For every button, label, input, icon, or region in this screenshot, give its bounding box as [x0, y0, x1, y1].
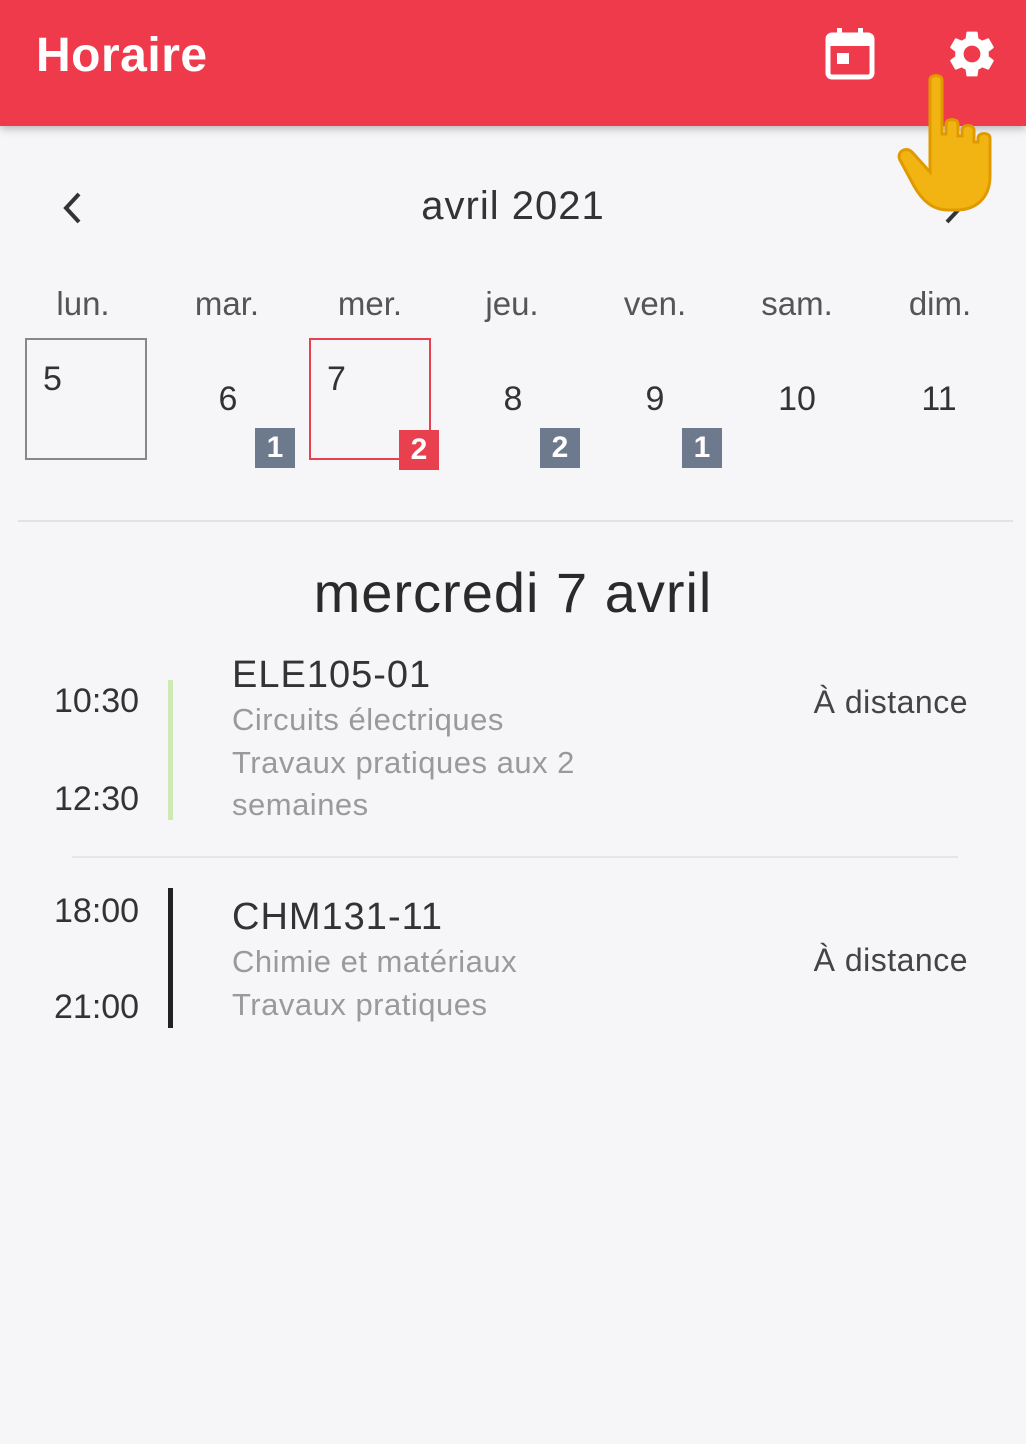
schedule-event[interactable]: 18:00 21:00 CHM131-11 Chimie et matériau…	[0, 888, 1026, 1038]
weekday-label: mar.	[194, 285, 260, 322]
weekday-label: sam.	[761, 285, 833, 322]
event-type-continued: semaines	[232, 787, 369, 822]
month-label: avril 2021	[421, 184, 605, 228]
day-number: 10	[778, 380, 816, 418]
day-number: 9	[645, 380, 665, 418]
page-title: Horaire	[36, 29, 208, 82]
day-cell-10[interactable]: 10	[736, 338, 858, 460]
event-end-time: 21:00	[54, 988, 140, 1026]
day-number: 7	[327, 360, 346, 398]
day-cell-11[interactable]: 11	[878, 338, 1000, 460]
weekday-label: jeu.	[485, 285, 539, 322]
event-course-code: CHM131-11	[232, 896, 444, 938]
gear-icon	[950, 31, 994, 77]
day-number: 6	[218, 380, 238, 418]
event-color-bar	[168, 888, 173, 1028]
day-cell-6[interactable]: 6 1	[167, 338, 295, 468]
event-count-badge: 2	[399, 430, 439, 470]
calendar-today-icon	[825, 28, 875, 80]
app-bar: Horaire	[0, 0, 1026, 126]
day-cell-7[interactable]: 7 2	[309, 338, 439, 470]
month-navigation: avril 2021	[0, 170, 1026, 250]
event-count-badge: 1	[255, 428, 295, 468]
weekday-header: lun. mar. mer. jeu. ven. sam. dim.	[12, 285, 1012, 329]
event-course-code: ELE105-01	[232, 654, 432, 696]
day-number: 5	[43, 360, 62, 398]
day-cell-9[interactable]: 9 1	[594, 338, 722, 468]
divider	[72, 856, 958, 858]
event-count-badge: 2	[540, 428, 580, 468]
schedule-event[interactable]: 10:30 12:30 ELE105-01 Circuits électriqu…	[0, 650, 1026, 830]
event-location: À distance	[813, 684, 968, 720]
event-color-bar	[168, 680, 173, 820]
event-course-name: Circuits électriques	[232, 702, 504, 737]
weekday-label: lun.	[56, 285, 110, 322]
day-number: 8	[503, 380, 523, 418]
event-start-time: 18:00	[54, 892, 140, 930]
settings-button[interactable]	[940, 22, 1004, 86]
event-type: Travaux pratiques	[232, 987, 488, 1022]
divider	[18, 520, 1013, 522]
event-count-badge: 1	[682, 428, 722, 468]
calendar-today-button[interactable]	[818, 22, 882, 86]
next-month-button[interactable]	[922, 178, 982, 238]
event-location: À distance	[813, 942, 968, 978]
weekday-label: dim.	[908, 285, 972, 322]
event-type: Travaux pratiques aux 2	[232, 745, 575, 780]
day-cell-5[interactable]: 5	[25, 338, 147, 460]
weekday-label: mer.	[337, 285, 403, 322]
event-start-time: 10:30	[54, 682, 140, 720]
week-days: 5 6 1 7 2 8 2 9 1 10 11	[12, 338, 1012, 478]
chevron-right-icon	[945, 192, 963, 224]
selected-date-heading: mercredi 7 avril	[313, 561, 713, 624]
event-course-name: Chimie et matériaux	[232, 944, 518, 979]
event-end-time: 12:30	[54, 780, 140, 818]
weekday-label: ven.	[623, 285, 687, 322]
day-number: 11	[921, 380, 957, 418]
day-cell-8[interactable]: 8 2	[452, 338, 580, 468]
